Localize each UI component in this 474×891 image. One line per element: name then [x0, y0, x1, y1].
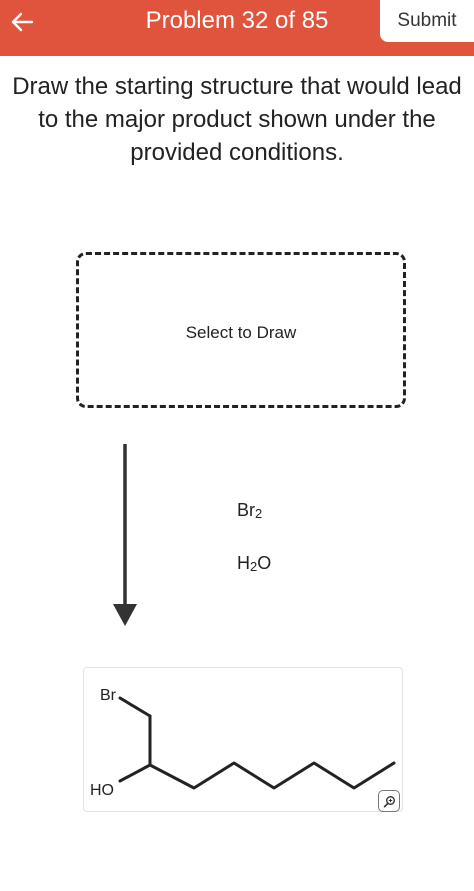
carbon-chain	[148, 761, 396, 790]
reagent-water: H2O	[237, 553, 272, 574]
reagent-bromine: Br2	[237, 500, 263, 521]
hydroxyl-label: HO	[90, 782, 114, 799]
draw-area[interactable]: Select to Draw	[76, 252, 406, 408]
bond-c-oh	[118, 763, 152, 783]
product-structure: Br HO	[90, 687, 396, 799]
bromine-label: Br	[100, 687, 117, 704]
header-bar: Problem 32 of 85 Submit	[0, 0, 474, 56]
back-button[interactable]	[4, 4, 40, 40]
reaction-arrow-icon	[113, 444, 137, 626]
zoom-icon	[383, 795, 395, 807]
zoom-button[interactable]	[378, 790, 400, 812]
product-structure-box: Br HO	[83, 667, 403, 812]
back-arrow-icon	[11, 12, 34, 32]
bond-c-br	[118, 696, 152, 718]
draw-area-label: Select to Draw	[185, 323, 297, 342]
question-text: Draw the starting structure that would l…	[12, 73, 462, 166]
submit-button[interactable]: Submit	[380, 0, 474, 42]
